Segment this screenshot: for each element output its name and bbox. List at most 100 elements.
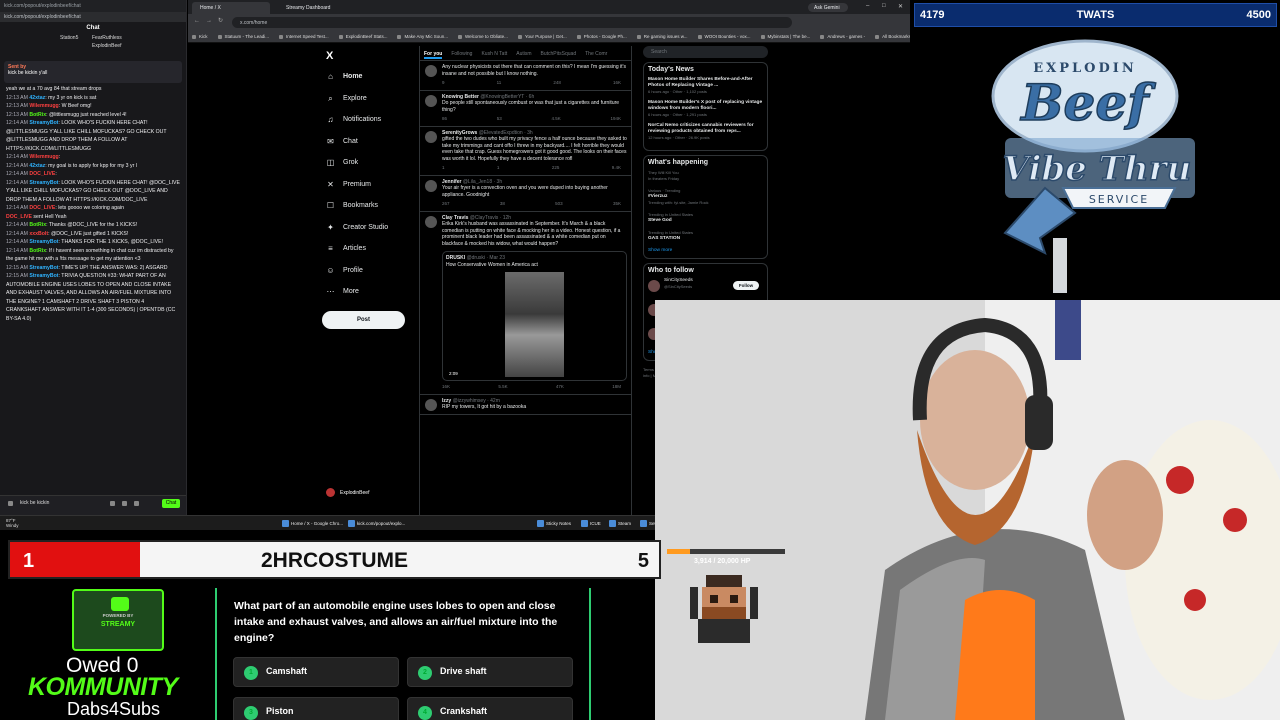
like-count[interactable]: 47K — [556, 384, 564, 391]
reply-count[interactable]: 16K — [442, 384, 450, 391]
message-username[interactable]: BotRix — [29, 112, 46, 118]
bookmark-item[interactable]: Your Purpose | Get... — [518, 34, 567, 39]
view-count[interactable]: 9.4K — [612, 165, 621, 172]
tweet[interactable]: Jennifer @Lila_Jen18 · 3h Your air fryer … — [420, 176, 631, 212]
gift-icon[interactable] — [110, 501, 115, 506]
nav-item-notifications[interactable]: ♫ Notifications — [318, 109, 413, 131]
tweet-author[interactable]: Clay Travis — [442, 215, 470, 221]
timeline-tab[interactable]: Autism — [516, 51, 531, 57]
like-count[interactable]: 503 — [555, 201, 563, 208]
tweet[interactable]: Knowing Better @KnowingBetterYT · 6h Do p… — [420, 91, 631, 127]
like-count[interactable]: 225 — [552, 165, 560, 172]
close-icon[interactable]: ✕ — [898, 3, 903, 10]
video-player[interactable] — [505, 272, 564, 377]
settings-icon[interactable] — [122, 501, 127, 506]
tweet[interactable]: Any nuclear physicists out there that ca… — [420, 61, 631, 91]
reply-count[interactable]: 267 — [442, 201, 450, 208]
news-item[interactable]: NorCal Nemo criticizes cannabis reviewer… — [648, 123, 763, 141]
bookmark-item[interactable]: Mybinstats | The be... — [761, 34, 811, 39]
back-icon[interactable]: ← — [194, 18, 200, 24]
reply-count[interactable]: 1 — [442, 165, 445, 172]
reply-count[interactable]: 9 — [442, 80, 445, 87]
taskbar-app[interactable]: Steam — [609, 518, 631, 529]
message-username[interactable]: 42xtaz — [29, 95, 45, 101]
chat-send-button[interactable]: Chat — [162, 499, 180, 508]
post-button[interactable]: Post — [322, 310, 405, 329]
bookmark-item[interactable]: ExplodinBeef Stats... — [339, 34, 388, 39]
avatar[interactable] — [425, 215, 437, 228]
taskbar-app[interactable]: Home / X - Google Chro... — [282, 518, 343, 529]
taskbar-app[interactable]: ICUE — [581, 518, 601, 529]
message-username[interactable]: DOC_LIVE — [29, 171, 55, 177]
timeline-tab[interactable]: For you — [424, 51, 443, 59]
avatar[interactable] — [648, 280, 660, 292]
forward-icon[interactable]: → — [206, 18, 212, 24]
bookmark-item[interactable]: Make Any Mic Soun... — [397, 34, 448, 39]
bookmark-item[interactable]: Statuum - The Leadi... — [218, 34, 269, 39]
repost-count[interactable]: 11 — [497, 80, 502, 87]
avatar[interactable] — [425, 130, 437, 143]
news-item[interactable]: Mason Home Builder's X post of replacing… — [648, 100, 763, 118]
users-icon[interactable] — [134, 501, 139, 506]
account-switcher[interactable]: ExplodinBeef — [326, 488, 369, 497]
message-username[interactable]: StreamyBot — [29, 273, 58, 279]
nav-item-bookmarks[interactable]: ☐ Bookmarks — [318, 195, 413, 217]
timeline-tab[interactable]: ButchPitsSquad — [541, 51, 577, 57]
message-username[interactable]: StreamyBot — [29, 180, 58, 186]
avatar[interactable] — [425, 65, 437, 77]
bookmark-item[interactable]: Re gaming issues w... — [637, 34, 688, 39]
show-more-trends[interactable]: Show more — [648, 248, 763, 254]
tweet-author[interactable]: Izzy — [442, 398, 453, 404]
message-username[interactable]: BotRix — [29, 222, 46, 228]
bookmark-item[interactable]: Internet Speed Test... — [279, 34, 329, 39]
repost-count[interactable]: 5.5K — [498, 384, 507, 391]
message-username[interactable]: 42xtaz — [29, 163, 45, 169]
bookmark-item[interactable]: Kick — [192, 34, 208, 39]
tweet[interactable]: Clay Travis @ClayTravis · 12h Erika Kirk'… — [420, 212, 631, 395]
trend-item[interactable]: They Will Kill You In theaters Friday — [648, 170, 763, 182]
trend-item[interactable]: Trending in United States Steve God — [648, 212, 763, 224]
trend-item[interactable]: Trending in United States GAS STATION — [648, 230, 763, 242]
taskbar-app[interactable]: Sticky Notes — [537, 518, 571, 529]
tweet-author[interactable]: Jennifer — [442, 179, 463, 185]
search-input[interactable]: Search — [643, 46, 768, 58]
tab-streamy-dashboard[interactable]: Streamy Dashboard — [278, 2, 358, 14]
view-count[interactable]: 16K — [613, 80, 621, 87]
tweet-author[interactable]: SerenityGrows — [442, 130, 479, 136]
like-count[interactable]: 248 — [553, 80, 561, 87]
trend-item[interactable]: Various · Trending #Vierzuz Trending with:… — [648, 188, 763, 206]
bookmark-item[interactable]: Welcome to Obliate... — [458, 34, 508, 39]
tweet-author[interactable]: Knowing Better — [442, 94, 480, 100]
view-count[interactable]: 18M — [612, 384, 621, 391]
nav-item-grok[interactable]: ◫ Grok — [318, 152, 413, 174]
quoted-tweet[interactable]: DRUSKI @druski · Mar 23 How Conservative … — [442, 251, 627, 381]
like-count[interactable]: 4.5K — [551, 116, 560, 123]
message-username[interactable]: xxxBolt — [29, 231, 48, 237]
all-bookmarks[interactable]: All Bookmarks — [875, 34, 910, 39]
minimize-icon[interactable]: – — [866, 3, 869, 9]
ask-gemini-button[interactable]: Ask Gemini — [808, 3, 848, 12]
bookmark-item[interactable]: Photos - Google Ph... — [577, 34, 627, 39]
message-username[interactable]: StreamyBot — [29, 265, 58, 271]
tweet[interactable]: Izzy @izzywhimsey · 42m RIP my towers, It… — [420, 395, 631, 415]
weather-widget[interactable]: 87°F Windy — [6, 518, 19, 528]
message-username[interactable]: Wilemmugg — [29, 154, 58, 160]
chat-input[interactable]: kick be kickin — [20, 499, 95, 508]
repost-count[interactable]: 53 — [497, 116, 502, 123]
message-username[interactable]: BotRix — [29, 248, 46, 254]
timeline-tab[interactable]: The Comr — [585, 51, 607, 57]
tab-home-x[interactable]: Home / X — [192, 2, 270, 14]
nav-item-chat[interactable]: ✉ Chat — [318, 131, 413, 153]
address-bar[interactable]: x.com/home — [232, 17, 792, 28]
emote-icon[interactable] — [8, 501, 13, 506]
view-count[interactable]: 35K — [613, 201, 621, 208]
maximize-icon[interactable]: □ — [882, 3, 886, 9]
bookmark-item[interactable]: Andrews - games - — [820, 34, 865, 39]
nav-item-profile[interactable]: ☺ Profile — [318, 260, 413, 282]
nav-item-home[interactable]: ⌂ Home — [318, 66, 413, 88]
message-username[interactable]: Wilemmugg — [29, 103, 58, 109]
bookmark-item[interactable]: WOOI Bounties - vox... — [698, 34, 751, 39]
timeline-tab[interactable]: Kush N Tatt — [481, 51, 507, 57]
repost-count[interactable]: 38 — [500, 201, 505, 208]
message-username[interactable]: StreamyBot — [29, 120, 58, 126]
